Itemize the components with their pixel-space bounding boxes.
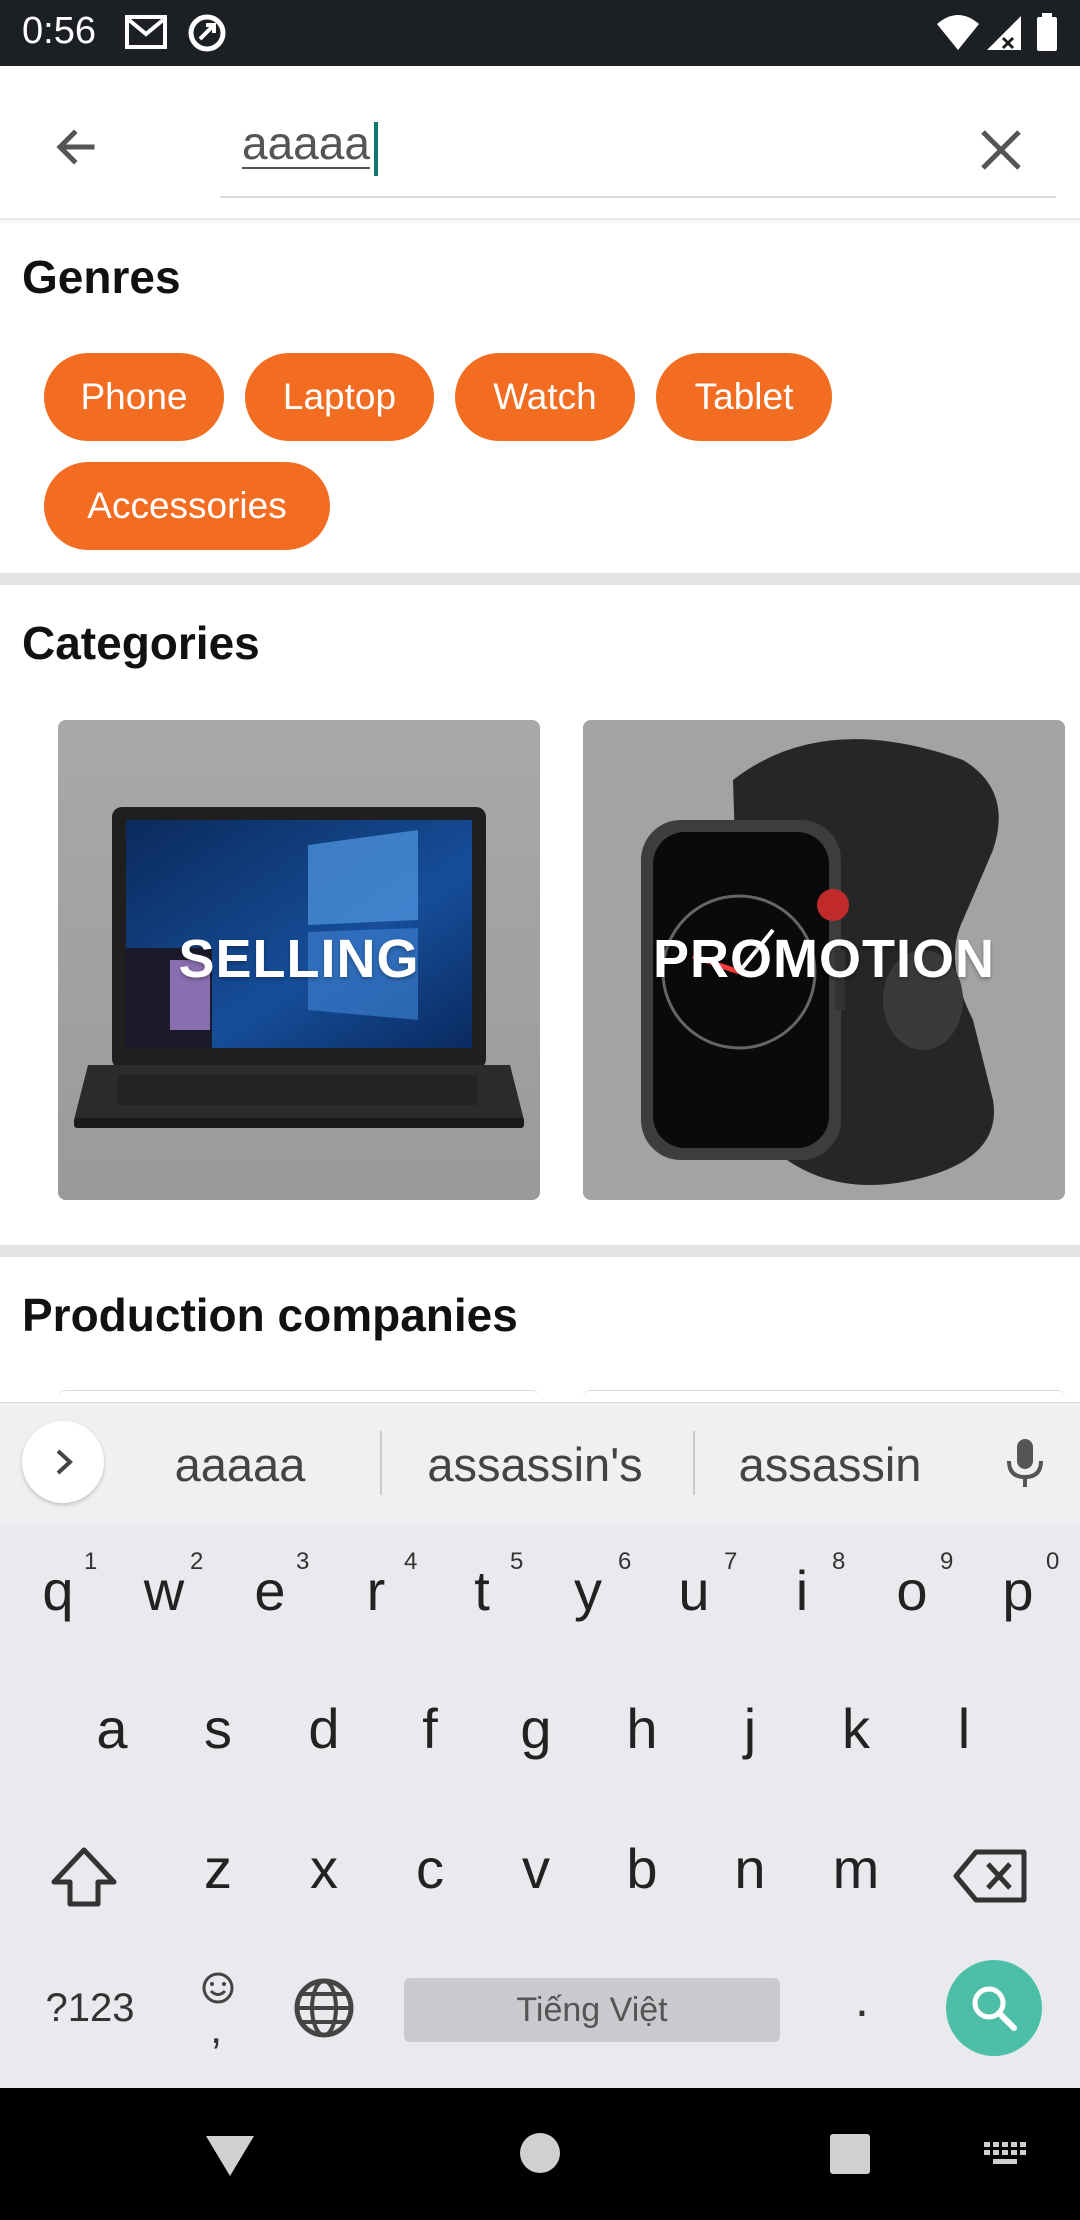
square-recents-icon bbox=[830, 2134, 870, 2174]
genre-chip-watch[interactable]: Watch bbox=[455, 353, 635, 441]
shift-icon bbox=[51, 1847, 117, 1907]
shift-key[interactable] bbox=[44, 1842, 124, 1912]
key-g[interactable]: g bbox=[486, 1696, 586, 1761]
clear-button[interactable] bbox=[965, 114, 1037, 186]
keyboard-icon bbox=[984, 2142, 1026, 2164]
search-key[interactable] bbox=[946, 1960, 1042, 2056]
key-m[interactable]: m bbox=[806, 1836, 906, 1901]
key-x[interactable]: x bbox=[274, 1836, 374, 1901]
arrow-left-icon bbox=[56, 129, 95, 165]
key-l[interactable]: l bbox=[914, 1696, 1014, 1761]
key-h[interactable]: h bbox=[592, 1696, 692, 1761]
genres-title: Genres bbox=[22, 251, 181, 303]
circle-home-icon bbox=[520, 2133, 560, 2173]
sync-icon bbox=[186, 12, 228, 58]
key-hint: 2 bbox=[190, 1548, 204, 1575]
key-s[interactable]: s bbox=[168, 1696, 268, 1761]
navigation-bar bbox=[0, 2088, 1080, 2220]
wifi-icon bbox=[935, 12, 981, 56]
globe-icon bbox=[294, 1978, 354, 2038]
section-divider bbox=[0, 1245, 1080, 1257]
search-input-text: aaaaa bbox=[242, 117, 370, 169]
production-company-card[interactable] bbox=[58, 1390, 540, 1402]
backspace-icon bbox=[953, 1849, 1027, 1903]
triangle-back-icon bbox=[206, 2136, 254, 2176]
chevron-right-icon bbox=[56, 1449, 73, 1475]
categories-title: Categories bbox=[22, 617, 260, 669]
backspace-key[interactable] bbox=[952, 1846, 1032, 1906]
key-f[interactable]: f bbox=[380, 1696, 480, 1761]
category-card-promotion[interactable]: PROMOTION bbox=[583, 720, 1065, 1200]
key-a[interactable]: a bbox=[62, 1696, 162, 1761]
genre-chip-tablet[interactable]: Tablet bbox=[656, 353, 832, 441]
text-caret bbox=[374, 122, 378, 176]
key-c[interactable]: c bbox=[380, 1836, 480, 1901]
status-bar: 0:56 bbox=[0, 0, 1080, 66]
genre-chip-phone[interactable]: Phone bbox=[44, 353, 224, 441]
keyboard-switch-button[interactable] bbox=[982, 2140, 1032, 2170]
suggestion-2[interactable]: assassin's bbox=[395, 1437, 675, 1492]
key-n[interactable]: n bbox=[700, 1836, 800, 1901]
space-key[interactable]: Tiếng Việt bbox=[404, 1978, 780, 2042]
status-time: 0:56 bbox=[22, 10, 96, 52]
close-icon bbox=[981, 130, 1021, 170]
key-v[interactable]: v bbox=[486, 1836, 586, 1901]
key-hint: 4 bbox=[404, 1548, 418, 1575]
key-d[interactable]: d bbox=[274, 1696, 374, 1761]
language-key[interactable] bbox=[292, 1976, 356, 2040]
key-hint: 3 bbox=[296, 1548, 310, 1575]
search-input[interactable]: aaaaa bbox=[220, 106, 1056, 198]
expand-toolbar-button[interactable] bbox=[22, 1421, 104, 1503]
key-hint: 9 bbox=[940, 1548, 954, 1575]
category-card-selling[interactable]: SELLING bbox=[58, 720, 540, 1200]
production-company-card[interactable] bbox=[583, 1390, 1065, 1402]
key-hint: 6 bbox=[618, 1548, 632, 1575]
key-hint: 1 bbox=[84, 1548, 98, 1575]
suggestion-1[interactable]: aaaaa bbox=[130, 1437, 350, 1492]
period-key[interactable]: . bbox=[842, 1970, 882, 2028]
nav-back-button[interactable] bbox=[200, 2132, 260, 2182]
suggestion-3[interactable]: assassin bbox=[710, 1437, 950, 1492]
key-hint: 0 bbox=[1046, 1548, 1060, 1575]
suggestion-separator bbox=[380, 1431, 382, 1495]
key-hint: 8 bbox=[832, 1548, 846, 1575]
battery-icon bbox=[1036, 12, 1058, 56]
emoji-icon bbox=[202, 1972, 234, 2004]
key-b[interactable]: b bbox=[592, 1836, 692, 1901]
section-divider bbox=[0, 573, 1080, 585]
suggestion-separator bbox=[693, 1431, 695, 1495]
emoji-comma-key[interactable]: , bbox=[198, 1970, 238, 2060]
soft-keyboard: q w e r t y u i o p 1 2 3 4 5 6 7 8 9 0 … bbox=[0, 1524, 1080, 2088]
key-k[interactable]: k bbox=[806, 1696, 906, 1761]
key-hint: 5 bbox=[510, 1548, 524, 1575]
key-hint: 7 bbox=[724, 1548, 738, 1575]
back-button[interactable] bbox=[40, 111, 112, 183]
gmail-icon bbox=[124, 12, 168, 56]
keyboard-suggestion-strip: aaaaa assassin's assassin bbox=[0, 1402, 1080, 1524]
symbols-key[interactable]: ?123 bbox=[30, 1986, 150, 2031]
voice-input-button[interactable] bbox=[995, 1433, 1055, 1493]
genre-chip-accessories[interactable]: Accessories bbox=[44, 462, 330, 550]
card-label-selling: SELLING bbox=[178, 929, 420, 989]
card-label-promotion: PROMOTION bbox=[653, 929, 995, 989]
microphone-icon bbox=[1007, 1439, 1043, 1487]
genre-chip-laptop[interactable]: Laptop bbox=[245, 353, 434, 441]
comma-label: , bbox=[210, 2004, 223, 2053]
nav-home-button[interactable] bbox=[519, 2132, 561, 2174]
key-j[interactable]: j bbox=[700, 1696, 800, 1761]
key-z[interactable]: z bbox=[168, 1836, 268, 1901]
nav-recents-button[interactable] bbox=[828, 2132, 872, 2176]
search-bar: aaaaa bbox=[0, 66, 1080, 220]
production-companies-title: Production companies bbox=[22, 1289, 518, 1341]
search-icon bbox=[972, 1986, 1017, 2031]
signal-icon bbox=[985, 12, 1023, 56]
